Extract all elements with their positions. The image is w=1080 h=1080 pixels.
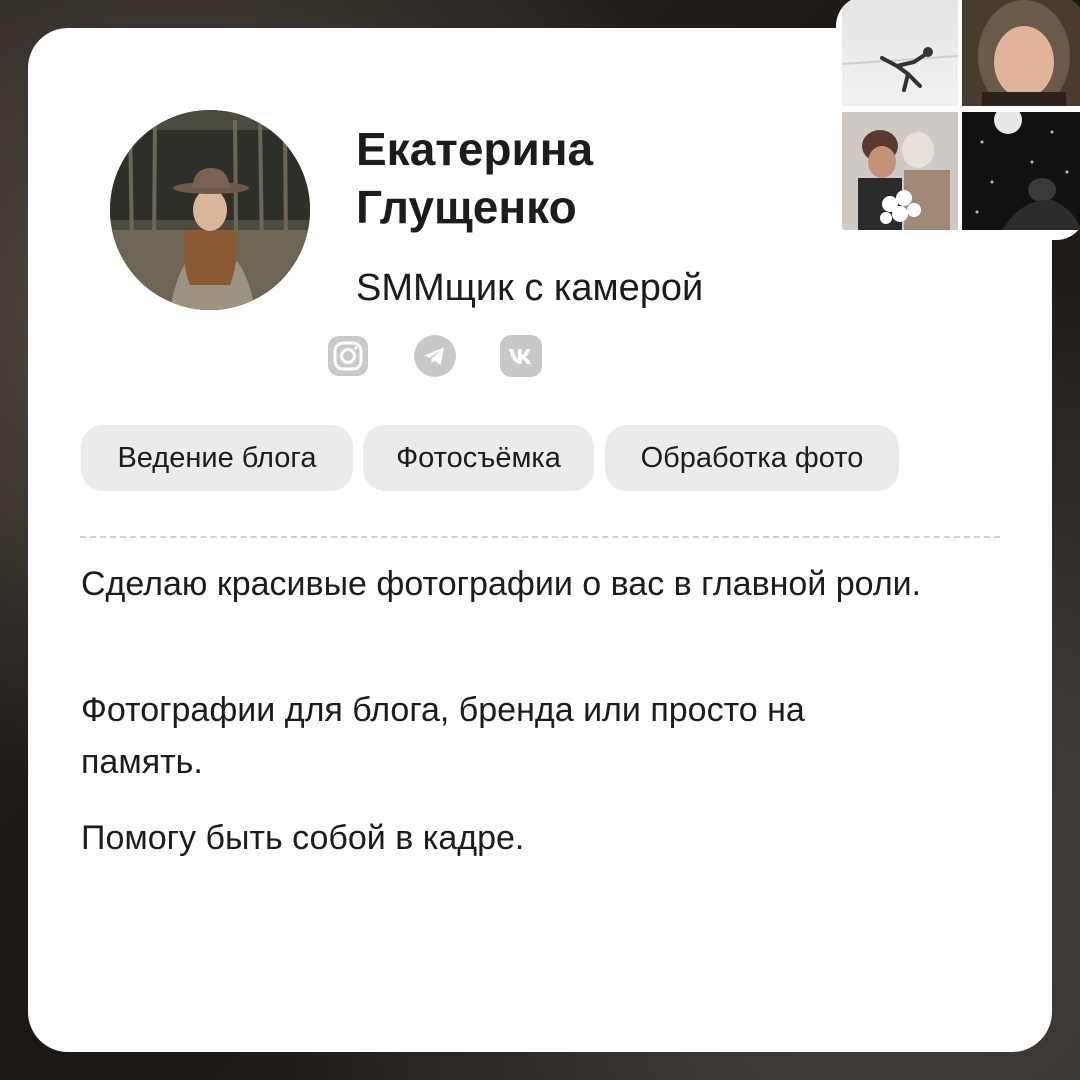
collage-photo-night-snow <box>962 112 1080 230</box>
telegram-icon[interactable] <box>413 334 457 378</box>
divider <box>80 536 1000 538</box>
description-paragraph-2: Фотографии для блога, бренда или просто … <box>81 691 805 781</box>
tag-photography: Фотосъёмка <box>363 425 594 491</box>
collage-photo-couple-flowers <box>842 112 958 230</box>
profile-role: SMMщик с камерой <box>356 267 704 309</box>
description-paragraph-1: Сделаю красивые фотографии о вас в главн… <box>81 565 922 603</box>
tag-blogging: Ведение блога <box>81 425 353 491</box>
avatar <box>110 110 310 310</box>
profile-name: Екатерина Глущенко <box>356 123 594 233</box>
photo-collage <box>836 0 1080 240</box>
description-paragraph-3: Помогу быть собой в кадре. <box>81 819 525 857</box>
collage-photo-portrait-man <box>962 0 1080 106</box>
collage-photo-winter-jump <box>842 0 958 106</box>
vk-icon[interactable] <box>499 334 543 378</box>
instagram-icon[interactable] <box>326 334 370 378</box>
tag-photo-editing: Обработка фото <box>605 425 899 491</box>
